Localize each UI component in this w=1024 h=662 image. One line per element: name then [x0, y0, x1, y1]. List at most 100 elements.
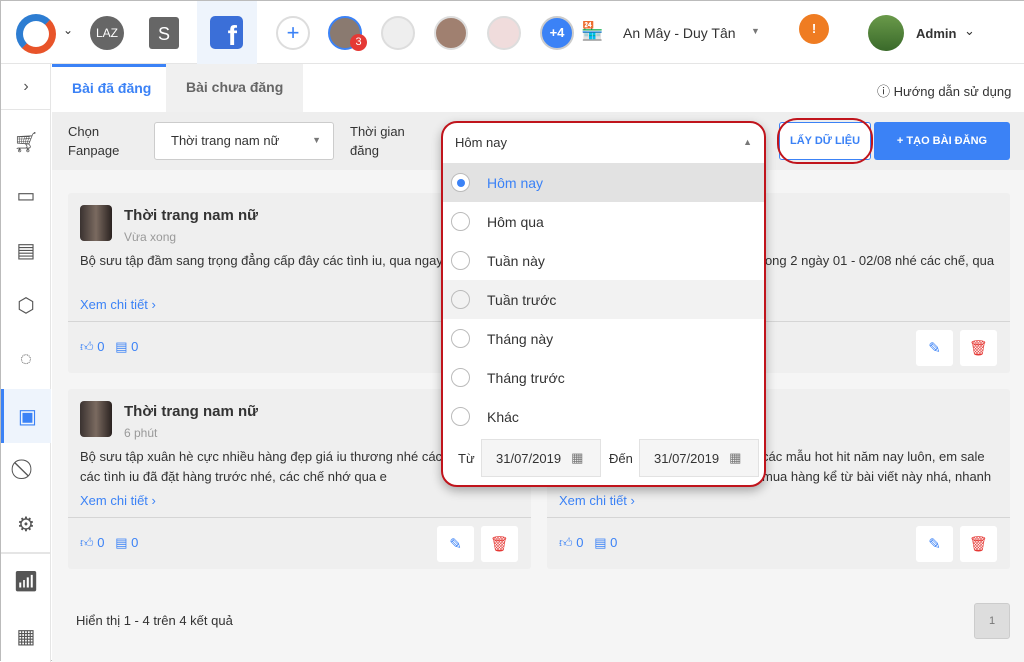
like-count: 0	[576, 535, 584, 550]
time-label: Thời gian đăng	[350, 124, 405, 158]
card-divider	[68, 517, 531, 518]
radio-icon	[451, 251, 470, 270]
chevron-down-icon[interactable]: ⌄	[964, 23, 975, 39]
user-avatar[interactable]	[868, 15, 904, 51]
sidebar: › 🛒︎ ▭ ▤ ⬡ ◌ ▣ ⃠ ⚙ 📶︎ ▦	[1, 64, 51, 662]
time-select-value: Hôm nay	[455, 135, 508, 150]
like-count: 0	[97, 339, 105, 354]
fetch-highlight	[777, 118, 873, 164]
option-last-week[interactable]: Tuần trước	[443, 280, 764, 319]
messenger-icon[interactable]: ◌	[1, 334, 51, 384]
delete-button[interactable]: 🗑︎	[960, 526, 997, 562]
radio-icon	[451, 407, 470, 426]
comment-count: 0	[131, 535, 139, 550]
post-stats: 👍︎ 0 ▤ 0	[559, 535, 618, 550]
box-icon[interactable]: ⬡	[1, 280, 51, 330]
comment-count: 0	[610, 535, 618, 550]
view-details-link[interactable]: Xem chi tiết ›	[80, 297, 156, 312]
option-other[interactable]: Khác	[443, 397, 764, 436]
view-details-link[interactable]: Xem chi tiết ›	[559, 493, 635, 508]
ban-icon[interactable]: ⃠	[1, 444, 51, 494]
post-page-name: Thời trang nam nữ	[124, 403, 259, 420]
option-this-week[interactable]: Tuần này	[443, 241, 764, 280]
help-label: Hướng dẫn sử dụng	[893, 84, 1012, 99]
video-icon[interactable]: ▭	[1, 170, 51, 220]
calendar-icon: ▦	[729, 450, 742, 465]
cart-icon[interactable]: 🛒︎	[1, 117, 51, 167]
gear-icon[interactable]: ⚙	[1, 499, 51, 549]
option-label: Hôm nay	[487, 174, 544, 191]
posts-icon[interactable]: ▣	[1, 389, 51, 443]
more-pages-button[interactable]: +4	[540, 16, 574, 50]
page-avatar	[80, 401, 112, 437]
delete-button[interactable]: 🗑︎	[960, 330, 997, 366]
report-icon[interactable]: ▦	[1, 611, 51, 661]
post-time: Vừa xong	[124, 230, 177, 244]
post-text: các mẫu hot hit năm nay luôn, em sale mu…	[762, 449, 992, 484]
add-page-button[interactable]: +	[276, 16, 310, 50]
fanpage-value: Thời trang nam nữ	[171, 133, 280, 148]
results-summary: Hiển thị 1 - 4 trên 4 kết quả	[76, 613, 233, 628]
app-logo[interactable]	[16, 14, 56, 54]
shopee-label: S	[157, 24, 170, 44]
lazada-label: LAZ	[95, 26, 118, 40]
document-icon[interactable]: ▤	[1, 225, 51, 275]
option-label: Hôm qua	[487, 213, 544, 230]
option-label: Tháng trước	[487, 369, 565, 386]
create-post-button[interactable]: + TẠO BÀI ĐĂNG	[874, 122, 1010, 160]
sidebar-divider	[1, 552, 51, 554]
expand-sidebar-icon[interactable]: ›	[1, 64, 51, 110]
radio-icon	[451, 368, 470, 387]
to-label: Đến	[609, 451, 633, 466]
top-bar: ⌄ LAZ S f + 3 +4 🏪 An Mây - Duy Tân ▼ ! …	[1, 1, 1024, 64]
delete-button[interactable]: 🗑︎	[481, 526, 518, 562]
notification-badge: 3	[350, 34, 367, 51]
lazada-channel[interactable]: LAZ	[90, 16, 124, 50]
view-details-link[interactable]: Xem chi tiết ›	[80, 493, 156, 508]
help-link[interactable]: ⓘ Hướng dẫn sử dụng	[877, 81, 1011, 100]
warning-icon[interactable]: !	[799, 14, 829, 44]
page-avatar[interactable]	[434, 16, 468, 50]
chart-icon[interactable]: 📶︎	[1, 556, 51, 606]
time-select[interactable]: Hôm nay ▲	[443, 123, 764, 163]
post-stats: 👍︎ 0 ▤ 0	[80, 339, 139, 354]
from-label: Từ	[458, 451, 475, 466]
user-name[interactable]: Admin	[916, 26, 956, 41]
option-last-month[interactable]: Tháng trước	[443, 358, 764, 397]
like-count: 0	[97, 535, 105, 550]
tab-unposted[interactable]: Bài chưa đăng	[166, 64, 304, 112]
fanpage-select[interactable]: Thời trang nam nữ ▼	[154, 122, 334, 160]
radio-icon	[451, 173, 470, 192]
edit-button[interactable]: ✎	[916, 330, 953, 366]
option-yesterday[interactable]: Hôm qua	[443, 202, 764, 241]
facebook-channel[interactable]: f	[197, 1, 257, 64]
to-date-input[interactable]: 31/07/2019 ▦	[639, 439, 759, 477]
radio-icon	[451, 290, 470, 309]
chevron-down-icon[interactable]: ⌄	[63, 23, 73, 37]
time-dropdown: Hôm nay ▲ Hôm nay Hôm qua Tuần này Tuần t…	[441, 121, 766, 487]
calendar-icon: ▦	[571, 450, 584, 465]
option-this-month[interactable]: Tháng này	[443, 319, 764, 358]
tab-posted[interactable]: Bài đã đăng	[52, 64, 172, 112]
post-page-name: Thời trang nam nữ	[124, 207, 259, 224]
store-icon: 🏪	[581, 21, 604, 41]
option-label: Tuần này	[487, 252, 545, 269]
to-date-value: 31/07/2019	[654, 450, 720, 466]
facebook-icon: f	[210, 16, 243, 51]
from-date-input[interactable]: 31/07/2019 ▦	[481, 439, 601, 477]
store-select[interactable]: An Mây - Duy Tân	[623, 25, 736, 41]
card-divider	[547, 517, 1010, 518]
page-avatar	[80, 205, 112, 241]
option-today[interactable]: Hôm nay	[443, 163, 764, 202]
page-avatar[interactable]	[381, 16, 415, 50]
page-button[interactable]: 1	[974, 603, 1010, 639]
radio-icon	[451, 212, 470, 231]
page-avatar[interactable]	[487, 16, 521, 50]
post-stats: 👍︎ 0 ▤ 0	[80, 535, 139, 550]
edit-button[interactable]: ✎	[437, 526, 474, 562]
post-time: 6 phút	[124, 426, 158, 440]
caret-down-icon[interactable]: ▼	[751, 26, 760, 36]
shopee-channel[interactable]: S	[149, 17, 179, 49]
edit-button[interactable]: ✎	[916, 526, 953, 562]
comment-count: 0	[131, 339, 139, 354]
